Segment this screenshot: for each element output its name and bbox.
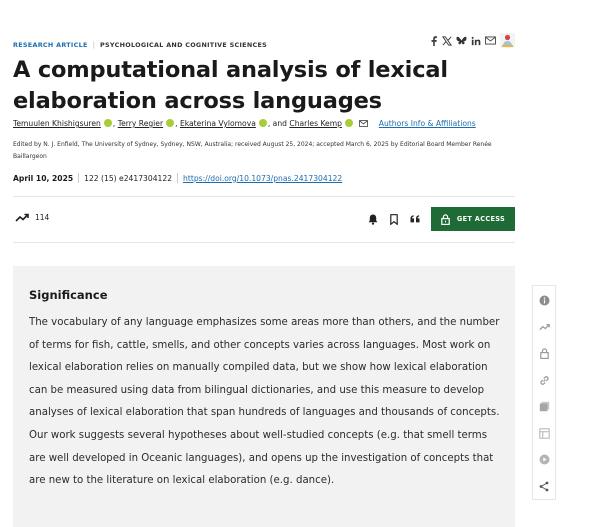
author-name[interactable]: Temuulen Khishigsuren — [13, 119, 101, 128]
author-separator: , — [112, 119, 116, 128]
mendeley-icon[interactable] — [500, 33, 515, 48]
email-icon[interactable] — [485, 36, 496, 45]
article-type[interactable]: RESEARCH ARTICLE — [13, 41, 88, 49]
bluesky-icon[interactable] — [456, 36, 467, 46]
publication-info: April 10, 2025 122 (15) e2417304122 http… — [13, 173, 342, 183]
share-bar — [430, 33, 515, 48]
facebook-icon[interactable] — [430, 35, 438, 46]
article-title: A computational analysis of lexical elab… — [13, 57, 448, 114]
orcid-icon[interactable] — [258, 119, 267, 127]
significance-box: Significance The vocabulary of any langu… — [13, 266, 515, 527]
info-icon[interactable] — [538, 294, 550, 306]
article-subject[interactable]: PSYCHOLOGICAL AND COGNITIVE SCIENCES — [100, 41, 267, 49]
significance-heading: Significance — [29, 288, 108, 302]
article-sidebar-nav — [532, 285, 556, 500]
author-list: Temuulen Khishigsuren, Terry Regier, Eka… — [13, 119, 515, 129]
orcid-icon[interactable] — [344, 119, 353, 127]
article-kicker-bar: RESEARCH ARTICLE | PSYCHOLOGICAL AND COG… — [13, 33, 515, 52]
significance-text: The vocabulary of any language emphasize… — [29, 317, 500, 487]
kicker-divider: | — [92, 41, 95, 49]
trending-icon — [15, 213, 29, 222]
get-access-button[interactable]: GET ACCESS — [431, 207, 515, 231]
article-toolbar: 114 GET ACCESS — [13, 196, 515, 243]
linkedin-icon[interactable] — [471, 36, 481, 46]
editorial-info: Edited by N. J. Enfield, The University … — [13, 141, 492, 160]
metrics-link[interactable]: 114 — [15, 213, 49, 222]
author-separator: , and — [267, 119, 287, 128]
media-icon[interactable] — [538, 453, 550, 465]
doi-link[interactable]: https://doi.org/10.1073/pnas.2417304122 — [183, 174, 342, 183]
orcid-icon[interactable] — [103, 119, 112, 127]
article-actions: GET ACCESS — [356, 207, 515, 231]
divider — [177, 173, 179, 183]
author-name[interactable]: Terry Regier — [118, 119, 163, 128]
citation: 122 (15) e2417304122 — [84, 173, 173, 183]
alert-bell-icon[interactable] — [368, 214, 378, 225]
metrics-icon[interactable] — [538, 321, 550, 333]
figures-icon[interactable] — [538, 400, 550, 412]
author-separator: , — [175, 119, 178, 128]
bookmark-icon[interactable] — [390, 213, 398, 225]
share-icon[interactable] — [538, 480, 550, 492]
author-name[interactable]: Ekaterina Vylomova — [180, 119, 256, 128]
divider — [78, 173, 80, 183]
metrics-count: 114 — [35, 213, 50, 222]
cite-quote-icon[interactable] — [410, 215, 421, 223]
publication-date: April 10, 2025 — [13, 173, 74, 183]
corresponding-author-email-icon[interactable] — [359, 120, 369, 129]
orcid-icon[interactable] — [166, 119, 175, 127]
authors-info-affiliations-link[interactable]: Authors Info & Affiliations — [379, 119, 476, 128]
link-icon[interactable] — [538, 374, 550, 386]
tables-icon[interactable] — [538, 427, 550, 439]
x-icon[interactable] — [442, 35, 452, 46]
author-name[interactable]: Charles Kemp — [289, 119, 342, 128]
lock-icon — [441, 213, 450, 225]
get-access-label: GET ACCESS — [456, 215, 506, 223]
access-icon[interactable] — [538, 347, 550, 359]
